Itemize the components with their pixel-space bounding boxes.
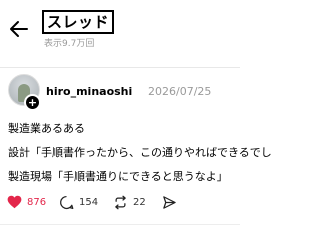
post-text-line: 製造現場「手順書通りにできると思うなよ」	[8, 170, 228, 183]
view-count: 表示9.7万回	[44, 39, 95, 49]
thread-header: スレッド 表示9.7万回	[0, 0, 240, 70]
username[interactable]: hiro_minaoshi	[46, 85, 132, 98]
post-date: 2026/07/25	[148, 85, 212, 98]
comment-count: 154	[79, 196, 99, 208]
like-count: 876	[27, 196, 47, 208]
repost-button[interactable]: 22	[113, 194, 146, 210]
post-divider	[0, 224, 240, 225]
header-divider	[0, 67, 240, 68]
heart-icon	[7, 195, 22, 209]
back-arrow-icon[interactable]	[8, 18, 30, 40]
like-button[interactable]: 876	[7, 194, 46, 210]
post-text-line: 設計「手順書作ったから、この通りやればできるでし	[8, 146, 272, 159]
post-text-line: 製造業あるある	[8, 122, 85, 135]
comment-icon	[59, 195, 74, 210]
follow-plus-icon[interactable]: +	[24, 94, 41, 111]
comment-button[interactable]: 154	[59, 194, 98, 210]
repost-icon	[113, 195, 128, 210]
share-icon	[162, 195, 177, 210]
repost-count: 22	[133, 196, 146, 208]
share-button[interactable]	[162, 194, 177, 210]
page-title: スレッド	[42, 10, 115, 34]
